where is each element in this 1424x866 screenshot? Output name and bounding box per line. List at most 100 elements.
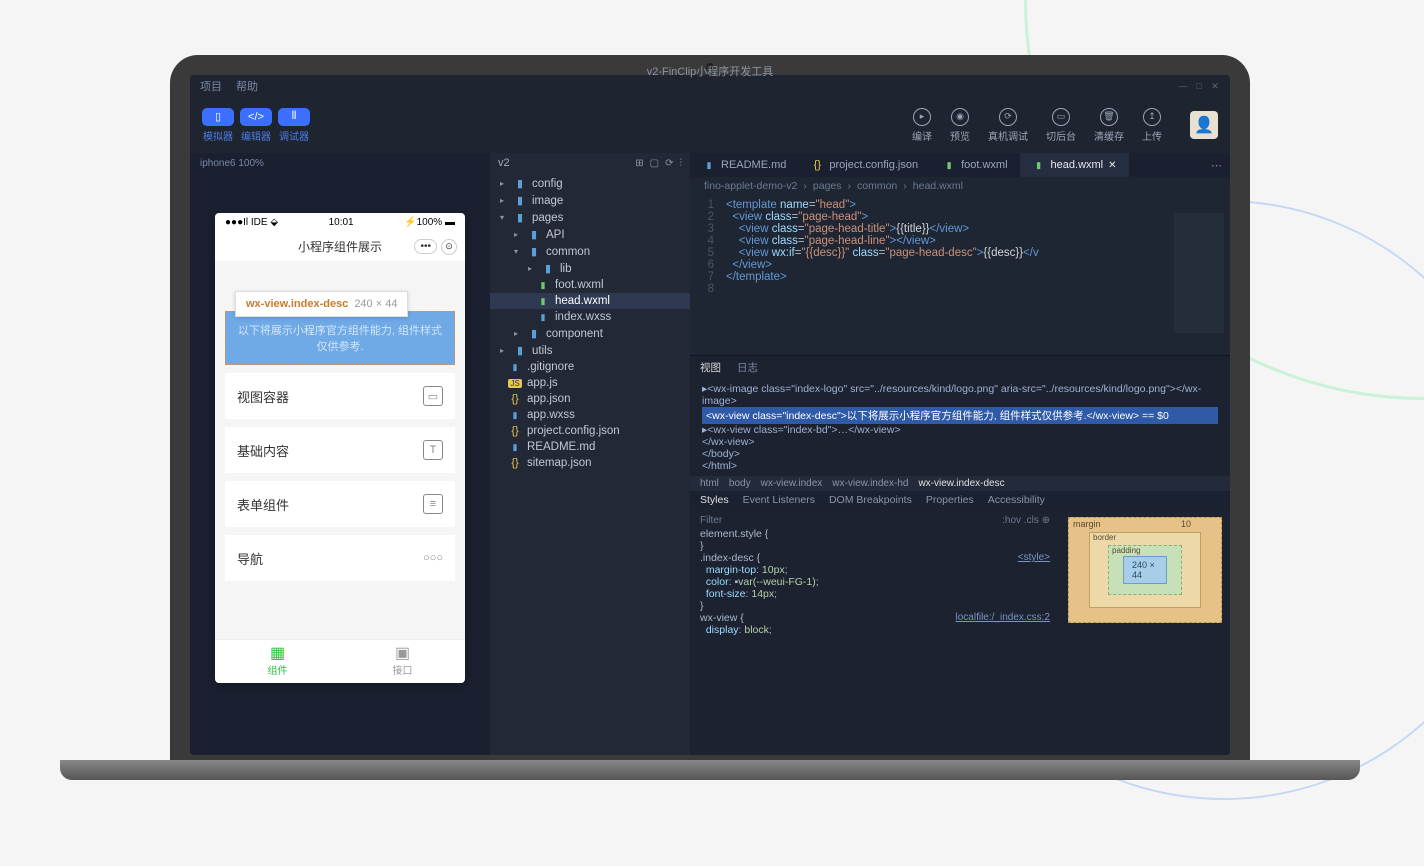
tree-folder-pages[interactable]: ▾▮pages [490,209,690,226]
list-item-form[interactable]: 表单组件≡ [225,481,455,527]
simulator-device-label: iphone6 100% [190,153,490,173]
window-max-icon[interactable]: □ [1194,81,1204,91]
devtab-log[interactable]: 日志 [737,360,758,375]
tree-file-appjs[interactable]: JSapp.js [490,375,690,391]
window-min-icon[interactable]: — [1178,81,1188,91]
user-avatar[interactable]: 👤 [1190,111,1218,139]
capsule-close-icon[interactable]: ⊙ [441,239,457,255]
tree-folder-config[interactable]: ▸▮config [490,175,690,192]
tree-folder-api[interactable]: ▸▮API [490,226,690,243]
preview-icon: ◉ [951,108,969,126]
mode-editor[interactable]: </>编辑器 [240,108,272,143]
simulator-panel: iphone6 100% ●●●Il IDE ⬙ 10:01 ⚡100% ▬ 小… [190,153,490,755]
phone-battery: ⚡100% ▬ [404,217,455,228]
folder-open-icon: ▮ [527,245,541,258]
remote-icon: ⟳ [999,108,1017,126]
folder-icon: ▮ [513,177,527,190]
container-icon: ▭ [423,386,443,406]
tree-folder-common[interactable]: ▾▮common [490,243,690,260]
list-item-basic[interactable]: 基础内容T [225,427,455,473]
folder-icon: ▮ [527,327,541,340]
action-compile[interactable]: ▸编译 [912,108,932,143]
tree-file-headwxml[interactable]: ▮head.wxml [490,293,690,309]
action-cache[interactable]: 🗑清缓存 [1094,108,1124,143]
inspect-tooltip: wx-view.index-desc240 × 44 [235,291,408,317]
tab-readme[interactable]: ▮README.md [690,153,798,177]
project-root[interactable]: v2 [498,157,510,169]
wxss-icon: ▮ [536,312,550,323]
dom-tree[interactable]: ▸<wx-image class="index-logo" src="../re… [690,379,1230,476]
refresh-icon[interactable]: ⟳ [665,158,673,169]
phone-icon: ▯ [215,110,221,123]
wxml-icon: ▮ [536,296,550,307]
tab-overflow-icon[interactable]: ⋯ [1203,159,1230,172]
menu-project[interactable]: 项目 [200,78,222,94]
action-preview[interactable]: ◉预览 [950,108,970,143]
new-file-icon[interactable]: ⊞ [635,158,643,169]
tree-folder-lib[interactable]: ▸▮lib [490,260,690,277]
folder-icon: ▮ [527,228,541,241]
styletab-events[interactable]: Event Listeners [743,494,815,506]
css-rules[interactable]: Filter:hov .cls ⊕ element.style { } .ind… [690,509,1060,755]
code-editor[interactable]: 1<template name="head"> 2 <view class="p… [690,195,1230,355]
tree-file-indexwxss[interactable]: ▮index.wxss [490,309,690,325]
styletab-props[interactable]: Properties [926,494,974,506]
phone-time: 10:01 [329,217,354,228]
laptop-frame: v2-FinClip小程序开发工具 项目 帮助 — □ ✕ ▯模拟器 </>编辑… [170,55,1250,775]
styletab-acc[interactable]: Accessibility [988,494,1045,506]
tree-file-appwxss[interactable]: ▮app.wxss [490,407,690,423]
dots-icon: ○○○ [423,548,443,568]
tab-headwxml[interactable]: ▮head.wxml✕ [1020,153,1129,177]
mode-simulator[interactable]: ▯模拟器 [202,108,234,143]
mode-debugger[interactable]: ⫴调试器 [278,108,310,143]
list-item-nav[interactable]: 导航○○○ [225,535,455,581]
box-model: margin 10 border padding 240 × 44 [1060,509,1230,755]
tree-file-projectconfig[interactable]: {}project.config.json [490,423,690,439]
wxml-icon: ▮ [536,280,550,291]
action-background[interactable]: ▭切后台 [1046,108,1076,143]
tree-file-sitemap[interactable]: {}sitemap.json [490,455,690,471]
tree-file-readme[interactable]: ▮README.md [490,439,690,455]
list-item-view[interactable]: 视图容器▭ [225,373,455,419]
bg-icon: ▭ [1052,108,1070,126]
close-icon[interactable]: ✕ [1108,160,1116,171]
upload-icon: ↥ [1143,108,1161,126]
json-icon: {} [810,159,824,171]
action-remote[interactable]: ⟳真机调试 [988,108,1028,143]
menu-help[interactable]: 帮助 [236,78,258,94]
phone-tab-api[interactable]: ▣接口 [340,640,465,683]
capsule-menu-icon[interactable]: ••• [414,239,437,254]
devtab-view[interactable]: 视图 [700,360,721,375]
window-close-icon[interactable]: ✕ [1210,81,1220,91]
wxml-icon: ▮ [942,160,956,171]
tab-projectconfig[interactable]: {}project.config.json [798,153,930,177]
cache-icon: 🗑 [1100,108,1118,126]
tree-file-footwxml[interactable]: ▮foot.wxml [490,277,690,293]
tree-file-gitignore[interactable]: ▮.gitignore [490,359,690,375]
debug-icon: ⫴ [292,110,297,123]
new-folder-icon[interactable]: ▢ [650,158,659,169]
tree-file-appjson[interactable]: {}app.json [490,391,690,407]
devtools-panel: 视图 日志 ▸<wx-image class="index-logo" src=… [690,355,1230,755]
code-icon: </> [248,111,264,123]
phone-mock: ●●●Il IDE ⬙ 10:01 ⚡100% ▬ 小程序组件展示 ••• ⊙ [215,213,465,683]
tree-folder-utils[interactable]: ▸▮utils [490,342,690,359]
ide-screen: v2-FinClip小程序开发工具 项目 帮助 — □ ✕ ▯模拟器 </>编辑… [190,75,1230,755]
folder-icon: ▮ [513,344,527,357]
tab-footwxml[interactable]: ▮foot.wxml [930,153,1019,177]
inspected-element[interactable]: 以下将展示小程序官方组件能力, 组件样式仅供参考. [225,311,455,365]
styletab-styles[interactable]: Styles [700,494,729,506]
styletab-dom[interactable]: DOM Breakpoints [829,494,912,506]
tree-folder-image[interactable]: ▸▮image [490,192,690,209]
phone-tab-component[interactable]: ▦组件 [215,640,340,683]
tree-folder-component[interactable]: ▸▮component [490,325,690,342]
laptop-base [60,760,1360,780]
breadcrumb: fino-applet-demo-v2› pages› common› head… [690,177,1230,195]
compile-icon: ▸ [913,108,931,126]
collapse-icon[interactable]: ⫶ [680,158,683,169]
action-upload[interactable]: ↥上传 [1142,108,1162,143]
md-icon: ▮ [508,442,522,453]
window-title: v2-FinClip小程序开发工具 [647,75,774,79]
minimap[interactable] [1174,213,1224,333]
json-icon: {} [508,393,522,405]
